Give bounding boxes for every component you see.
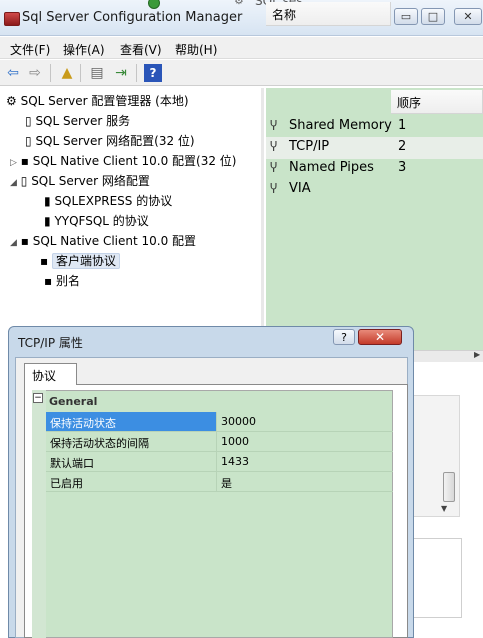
tree-item-client-protocols[interactable]: ▪ 客户端协议: [40, 252, 120, 272]
properties-icon[interactable]: ▤: [88, 64, 106, 82]
column-header-name[interactable]: 名称: [266, 2, 391, 26]
protocol-order: 1: [398, 118, 407, 133]
expand-icon[interactable]: ▷: [10, 158, 17, 168]
category-general: General: [49, 395, 98, 408]
tree-item-native-client-32[interactable]: ▷ ▪ SQL Native Client 10.0 配置(32 位): [10, 152, 237, 172]
tree-root[interactable]: ⚙ SQL Server 配置管理器 (本地): [6, 92, 189, 112]
background-app-icon: ⚙: [234, 0, 244, 7]
list-item[interactable]: Ⴤ TCP/IP 2: [266, 137, 483, 159]
list-item[interactable]: Ⴤ VIA: [266, 179, 483, 201]
protocol-icon: Ⴤ: [270, 161, 278, 175]
tree-item-label: SQL Native Client 10.0 配置: [32, 234, 197, 248]
alias-icon: ▪: [44, 274, 53, 288]
back-icon[interactable]: ⇦: [4, 64, 22, 82]
client-icon: ▪: [20, 154, 29, 168]
tab-protocol[interactable]: 协议: [24, 363, 77, 385]
tree-item-sql-services[interactable]: ▯ SQL Server 服务: [25, 112, 130, 132]
property-value[interactable]: 是: [217, 472, 232, 491]
up-folder-icon[interactable]: ▲: [58, 64, 76, 82]
collapse-icon[interactable]: ◢: [10, 178, 17, 188]
protocol-order: 2: [398, 139, 407, 154]
list-item[interactable]: Ⴤ Shared Memory 1: [266, 116, 483, 138]
tree-item-aliases[interactable]: ▪ 别名: [44, 272, 80, 292]
minimize-icon: ▭: [400, 10, 412, 23]
tree-item-network-config[interactable]: ◢ ▯ SQL Server 网络配置: [10, 172, 150, 192]
property-name: 默认端口: [50, 457, 94, 470]
sql-config-icon: ⚙: [6, 94, 17, 108]
protocol-name: TCP/IP: [289, 139, 330, 154]
scrollbar-thumb[interactable]: [443, 472, 455, 502]
tree-root-label: SQL Server 配置管理器 (本地): [20, 94, 189, 108]
property-value[interactable]: 1433: [217, 452, 249, 468]
restore-icon: □: [427, 10, 439, 23]
property-grid-margin: [32, 390, 46, 638]
minimize-button[interactable]: ▭: [394, 8, 418, 25]
export-icon[interactable]: ⇥: [112, 64, 130, 82]
toolbar-separator: [80, 64, 81, 82]
property-name: 保持活动状态的间隔: [50, 437, 149, 450]
close-icon: ✕: [463, 10, 473, 23]
protocol-name: Shared Memory: [289, 118, 392, 133]
protocol-icon: ▮: [44, 214, 51, 228]
tree-item-sqlexpress-protocols[interactable]: ▮ SQLEXPRESS 的协议: [44, 192, 172, 212]
protocol-icon: Ⴤ: [270, 140, 278, 154]
tree-item-label: SQL Server 网络配置: [31, 174, 150, 188]
tree-item-label: 别名: [55, 274, 80, 288]
protocol-icon: Ⴤ: [270, 182, 278, 196]
restore-button[interactable]: □: [421, 8, 445, 25]
protocol-name: VIA: [289, 181, 311, 196]
dialog-help-button[interactable]: ?: [333, 329, 355, 345]
menu-view[interactable]: 查看(V): [120, 41, 162, 58]
property-value[interactable]: 1000: [217, 432, 249, 448]
window-title: Sql Server Configuration Manager: [22, 10, 243, 25]
tree-item-label: SQL Server 网络配置(32 位): [35, 134, 195, 148]
protocol-name: Named Pipes: [289, 160, 374, 175]
scroll-right-icon[interactable]: ▶: [474, 350, 480, 359]
collapse-icon[interactable]: ◢: [10, 238, 17, 248]
client-icon: ▪: [20, 234, 29, 248]
dialog-title: TCP/IP 属性: [18, 336, 83, 350]
protocol-icon: ▮: [44, 194, 51, 208]
menu-file[interactable]: 文件(F): [10, 41, 50, 58]
category-collapse-icon[interactable]: −: [33, 393, 43, 403]
property-row[interactable]: 已启用 是: [46, 472, 393, 492]
close-button[interactable]: ✕: [454, 8, 482, 25]
property-row[interactable]: 保持活动状态 30000: [46, 412, 393, 432]
property-value[interactable]: 30000: [217, 412, 256, 428]
property-divider: [216, 412, 217, 492]
tree-item-label: SQLEXPRESS 的协议: [54, 194, 173, 208]
tree-item-native-client[interactable]: ◢ ▪ SQL Native Client 10.0 配置: [10, 232, 196, 252]
list-item[interactable]: Ⴤ Named Pipes 3: [266, 158, 483, 180]
property-row[interactable]: 保持活动状态的间隔 1000: [46, 432, 393, 452]
property-name: 保持活动状态: [46, 412, 216, 431]
toolbar-separator: [136, 64, 137, 82]
property-row[interactable]: 默认端口 1433: [46, 452, 393, 472]
forward-icon[interactable]: ⇨: [26, 64, 44, 82]
help-icon[interactable]: ?: [144, 64, 162, 82]
property-name: 已启用: [50, 477, 83, 490]
menu-help[interactable]: 帮助(H): [175, 41, 217, 58]
tree-item-label: 客户端协议: [51, 253, 120, 269]
protocol-icon: Ⴤ: [270, 119, 278, 133]
network-icon: ▯: [25, 134, 32, 148]
scroll-down-icon[interactable]: ▼: [441, 504, 447, 513]
tree-item-label: SQL Native Client 10.0 配置(32 位): [32, 154, 237, 168]
dialog-close-button[interactable]: ✕: [358, 329, 402, 345]
client-protocol-icon: ▪: [40, 254, 49, 268]
app-icon: [4, 12, 20, 26]
background-panel: [412, 538, 462, 618]
tree-item-yyqfsql-protocols[interactable]: ▮ YYQFSQL 的协议: [44, 212, 149, 232]
network-icon: ▯: [20, 174, 28, 188]
tree-item-label: SQL Server 服务: [35, 114, 131, 128]
protocol-order: 3: [398, 160, 407, 175]
tree-item-network-config-32[interactable]: ▯ SQL Server 网络配置(32 位): [25, 132, 195, 152]
service-icon: ▯: [25, 114, 32, 128]
menu-action[interactable]: 操作(A): [63, 41, 105, 58]
tree-item-label: YYQFSQL 的协议: [54, 214, 149, 228]
toolbar-separator: [50, 64, 51, 82]
column-header-order[interactable]: 顺序: [391, 90, 483, 114]
